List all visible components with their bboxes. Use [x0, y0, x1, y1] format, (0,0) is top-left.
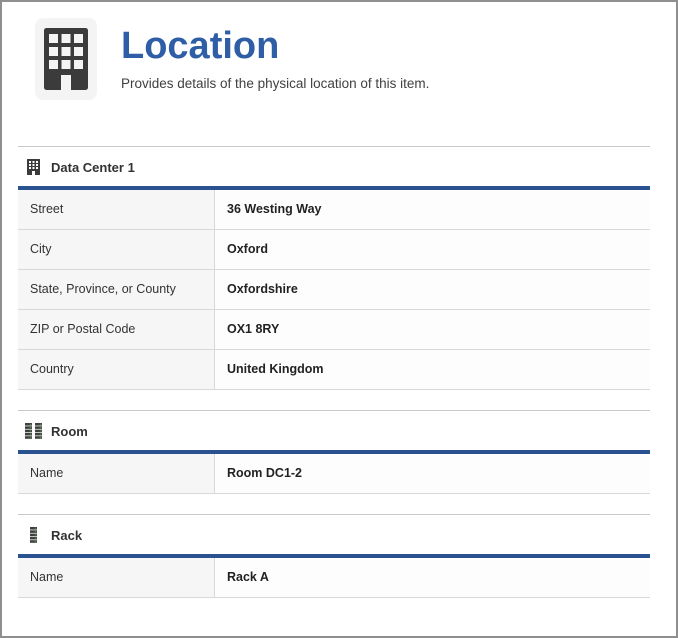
row-value: OX1 8RY — [215, 310, 650, 349]
row-label: Name — [18, 558, 215, 597]
rack-icon — [25, 527, 42, 543]
room-table: Name Room DC1-2 — [18, 450, 650, 494]
row-value: Oxfordshire — [215, 270, 650, 309]
page-header: Location Provides details of the physica… — [2, 2, 676, 100]
building-icon — [35, 18, 97, 100]
data-center-building-icon — [25, 159, 42, 175]
row-value: Rack A — [215, 558, 650, 597]
section-header-data-center: Data Center 1 — [18, 147, 650, 186]
section-title: Room — [51, 424, 88, 439]
section-title: Rack — [51, 528, 82, 543]
location-page: Location Provides details of the physica… — [0, 0, 678, 638]
section-room: Room Name Room DC1-2 — [18, 410, 650, 494]
row-value: 36 Westing Way — [215, 190, 650, 229]
row-value: Room DC1-2 — [215, 454, 650, 493]
section-header-rack: Rack — [18, 515, 650, 554]
rack-table: Name Rack A — [18, 554, 650, 598]
table-row: Street 36 Westing Way — [18, 190, 650, 230]
header-text: Location Provides details of the physica… — [121, 18, 429, 91]
row-label: Name — [18, 454, 215, 493]
row-label: Country — [18, 350, 215, 389]
row-label: Street — [18, 190, 215, 229]
table-row: Country United Kingdom — [18, 350, 650, 390]
table-row: Name Rack A — [18, 558, 650, 598]
table-row: City Oxford — [18, 230, 650, 270]
page-subtitle: Provides details of the physical locatio… — [121, 76, 429, 91]
room-racks-icon — [25, 423, 42, 439]
row-label: ZIP or Postal Code — [18, 310, 215, 349]
table-row: State, Province, or County Oxfordshire — [18, 270, 650, 310]
section-title: Data Center 1 — [51, 160, 135, 175]
row-value: United Kingdom — [215, 350, 650, 389]
sections-container: Data Center 1 Street 36 Westing Way City… — [18, 146, 650, 598]
row-label: City — [18, 230, 215, 269]
row-value: Oxford — [215, 230, 650, 269]
section-rack: Rack Name Rack A — [18, 514, 650, 598]
table-row: ZIP or Postal Code OX1 8RY — [18, 310, 650, 350]
row-label: State, Province, or County — [18, 270, 215, 309]
section-header-room: Room — [18, 411, 650, 450]
section-data-center: Data Center 1 Street 36 Westing Way City… — [18, 146, 650, 390]
page-title: Location — [121, 26, 429, 66]
table-row: Name Room DC1-2 — [18, 454, 650, 494]
data-center-table: Street 36 Westing Way City Oxford State,… — [18, 186, 650, 390]
